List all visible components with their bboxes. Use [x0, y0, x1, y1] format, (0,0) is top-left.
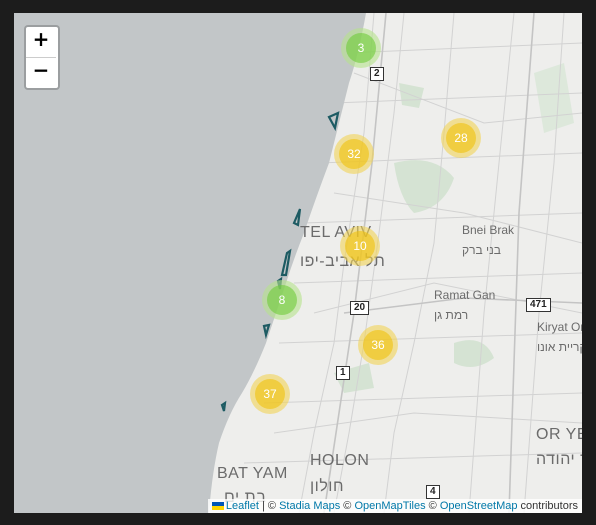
marker-cluster[interactable]: 3 — [341, 28, 381, 68]
place-or-yehuda: OR YEH — [536, 426, 582, 443]
place-bnei-brak: Bnei Brak — [462, 223, 515, 237]
cluster-count: 37 — [263, 387, 277, 401]
place-bat-yam: BAT YAM — [217, 465, 288, 482]
zoom-out-button[interactable]: − — [26, 58, 56, 88]
cluster-count: 10 — [353, 239, 367, 253]
road-shield-471: 471 — [526, 298, 551, 312]
marker-cluster[interactable]: 8 — [262, 280, 302, 320]
cluster-count: 8 — [278, 293, 286, 307]
zoom-in-button[interactable]: + — [26, 27, 56, 58]
place-holon: HOLON — [310, 452, 370, 469]
place-bnei-brak-hebrew: בני ברק — [462, 243, 501, 257]
marker-cluster[interactable]: 10 — [340, 226, 380, 266]
zoom-control: + − — [24, 25, 60, 90]
ukraine-flag-icon — [211, 502, 224, 511]
marker-cluster[interactable]: 32 — [334, 134, 374, 174]
openmaptiles-link[interactable]: OpenMapTiles — [354, 500, 425, 512]
marker-cluster[interactable]: 37 — [250, 374, 290, 414]
cluster-count: 3 — [357, 41, 365, 55]
attribution-separator: | © — [258, 500, 280, 512]
road-shield-4: 4 — [426, 485, 440, 499]
place-kiryat-ono-hebrew: קריית אונו — [537, 340, 582, 354]
place-ramat-gan: Ramat Gan — [434, 288, 496, 302]
attribution-separator: © — [425, 500, 440, 512]
marker-cluster[interactable]: 28 — [441, 118, 481, 158]
place-ramat-gan-hebrew: רמת גן — [434, 308, 469, 322]
cluster-count: 36 — [371, 338, 385, 352]
map-container[interactable]: 2 20 471 1 4 TEL AVIV תל אביב-יפו Bnei B… — [14, 13, 582, 513]
place-holon-hebrew: חולון — [310, 478, 344, 495]
road-shield-20: 20 — [350, 301, 370, 315]
attribution-suffix: contributors — [517, 500, 578, 512]
attribution: Leaflet | © Stadia Maps © OpenMapTiles ©… — [207, 499, 582, 513]
stadia-maps-link[interactable]: Stadia Maps — [279, 500, 340, 512]
map-tiles — [14, 13, 582, 513]
cluster-count: 32 — [347, 147, 361, 161]
cluster-count: 28 — [454, 131, 468, 145]
attribution-separator: © — [340, 500, 355, 512]
openstreetmap-link[interactable]: OpenStreetMap — [440, 500, 518, 512]
road-shield-1: 1 — [336, 366, 350, 380]
road-shield-2: 2 — [370, 67, 384, 81]
leaflet-link[interactable]: Leaflet — [226, 500, 259, 512]
place-or-yehuda-hebrew: אור יהודה — [536, 451, 582, 468]
place-kiryat-ono: Kiryat On — [537, 320, 582, 334]
marker-cluster[interactable]: 36 — [358, 325, 398, 365]
